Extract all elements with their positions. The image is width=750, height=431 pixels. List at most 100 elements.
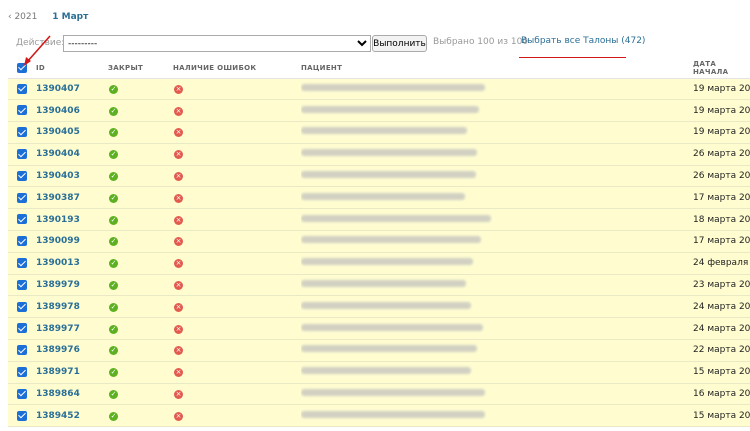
table-row[interactable]: 1389971 ✓ × 15 марта 2021 xyxy=(8,361,750,384)
errors-cell: × xyxy=(173,143,301,165)
row-checkbox[interactable] xyxy=(17,236,27,247)
select-all-link[interactable]: Выбрать все Талоны (472) xyxy=(521,36,645,46)
patient-name-redacted xyxy=(301,280,466,288)
table-row[interactable]: 1390013 ✓ × 24 февраля 2021 xyxy=(8,252,750,275)
row-checkbox[interactable] xyxy=(17,367,27,377)
row-checkbox[interactable] xyxy=(17,279,27,290)
date-cell: 19 марта 2021 xyxy=(693,100,750,122)
row-id-link[interactable]: 1389452 xyxy=(36,411,80,421)
row-id-link[interactable]: 1390387 xyxy=(36,193,80,203)
row-checkbox[interactable] xyxy=(17,388,27,399)
x-circle-icon: × xyxy=(174,128,183,138)
row-id-link[interactable]: 1390406 xyxy=(36,106,80,116)
row-checkbox-cell xyxy=(8,122,36,144)
table-row[interactable]: 1390387 ✓ × 17 марта 2021 xyxy=(8,186,750,209)
col-header-date[interactable]: ДАТА НАЧАЛА xyxy=(693,58,750,78)
table-row[interactable]: 1389978 ✓ × 24 марта 2021 xyxy=(8,295,750,318)
x-circle-icon: × xyxy=(174,259,183,269)
table-row[interactable]: 1390193 ✓ × 18 марта 2021 xyxy=(8,208,750,231)
x-circle-icon: × xyxy=(174,346,183,356)
row-checkbox[interactable] xyxy=(17,214,27,225)
id-cell: 1390404 xyxy=(36,143,108,165)
patient-name-redacted xyxy=(301,258,473,266)
patient-cell xyxy=(301,252,693,274)
closed-cell: ✓ xyxy=(108,318,173,340)
row-checkbox[interactable] xyxy=(17,192,27,203)
col-header-id[interactable]: ID xyxy=(36,58,108,78)
row-checkbox[interactable] xyxy=(17,410,27,421)
row-id-link[interactable]: 1390404 xyxy=(36,149,80,159)
col-header-closed[interactable]: ЗАКРЫТ xyxy=(108,58,173,78)
table-row[interactable]: 1389452 ✓ × 15 марта 2021 xyxy=(8,404,750,427)
table-row[interactable]: 1390404 ✓ × 26 марта 2021 xyxy=(8,143,750,166)
row-id-link[interactable]: 1390013 xyxy=(36,258,80,268)
row-checkbox[interactable] xyxy=(17,301,27,312)
row-id-link[interactable]: 1389976 xyxy=(36,345,80,355)
col-header-errors[interactable]: НАЛИЧИЕ ОШИБОК xyxy=(173,58,301,78)
col-header-patient[interactable]: ПАЦИЕНТ xyxy=(301,58,693,78)
check-circle-icon: ✓ xyxy=(109,84,118,94)
row-id-link[interactable]: 1390099 xyxy=(36,236,80,246)
row-id-link[interactable]: 1389864 xyxy=(36,389,80,399)
row-checkbox-cell xyxy=(8,78,36,100)
x-circle-icon: × xyxy=(174,193,183,203)
patient-name-redacted xyxy=(301,105,479,113)
row-checkbox[interactable] xyxy=(17,83,27,94)
row-id-link[interactable]: 1390193 xyxy=(36,215,80,225)
x-circle-icon: × xyxy=(174,215,183,225)
row-checkbox[interactable] xyxy=(17,345,27,356)
table-row[interactable]: 1389977 ✓ × 24 марта 2021 xyxy=(8,317,750,340)
row-id-link[interactable]: 1389979 xyxy=(36,280,80,290)
patient-cell xyxy=(301,100,693,122)
row-checkbox-cell xyxy=(8,340,36,362)
breadcrumb-prev-link[interactable]: ‹ 2021 xyxy=(8,12,37,22)
run-button[interactable]: Выполнить xyxy=(372,35,427,52)
row-checkbox-cell xyxy=(8,100,36,122)
row-id-link[interactable]: 1390405 xyxy=(36,127,80,137)
table-row[interactable]: 1389976 ✓ × 22 марта 2021 xyxy=(8,339,750,362)
row-checkbox[interactable] xyxy=(17,149,27,160)
date-cell: 17 марта 2021 xyxy=(693,231,750,253)
id-cell: 1390405 xyxy=(36,122,108,144)
row-id-link[interactable]: 1390407 xyxy=(36,84,80,94)
table-row[interactable]: 1390403 ✓ × 26 марта 2021 xyxy=(8,165,750,187)
row-checkbox-cell xyxy=(8,318,36,340)
x-circle-icon: × xyxy=(174,172,183,182)
row-id-link[interactable]: 1389971 xyxy=(36,367,80,377)
table-row[interactable]: 1389864 ✓ × 16 марта 2021 xyxy=(8,383,750,405)
check-circle-icon: ✓ xyxy=(109,346,118,356)
row-id-link[interactable]: 1389978 xyxy=(36,302,80,312)
table-row[interactable]: 1390407 ✓ × 19 марта 2021 xyxy=(8,78,750,100)
breadcrumb-current[interactable]: 1 Март xyxy=(52,12,88,22)
row-checkbox-cell xyxy=(8,209,36,231)
closed-cell: ✓ xyxy=(108,165,173,187)
row-id-link[interactable]: 1390403 xyxy=(36,171,80,181)
table-row[interactable]: 1389979 ✓ × 23 марта 2021 xyxy=(8,274,750,296)
action-select[interactable]: --------- xyxy=(63,35,371,52)
row-checkbox[interactable] xyxy=(17,323,27,334)
table-row[interactable]: 1390405 ✓ × 19 марта 2021 xyxy=(8,121,750,144)
date-cell: 15 марта 2021 xyxy=(693,361,750,383)
errors-cell: × xyxy=(173,165,301,187)
x-circle-icon: × xyxy=(174,106,183,116)
row-checkbox[interactable] xyxy=(17,170,27,181)
errors-cell: × xyxy=(173,318,301,340)
errors-cell: × xyxy=(173,274,301,296)
patient-name-redacted xyxy=(301,192,465,200)
check-circle-icon: ✓ xyxy=(109,172,118,182)
row-checkbox[interactable] xyxy=(17,105,27,116)
row-checkbox[interactable] xyxy=(17,127,27,138)
row-checkbox-cell xyxy=(8,231,36,253)
table-row[interactable]: 1390099 ✓ × 17 марта 2021 xyxy=(8,230,750,253)
start-date: 16 марта 2021 xyxy=(693,389,750,400)
table-row[interactable]: 1390406 ✓ × 19 марта 2021 xyxy=(8,99,750,122)
closed-cell: ✓ xyxy=(108,361,173,383)
errors-cell: × xyxy=(173,340,301,362)
select-all-checkbox[interactable] xyxy=(17,62,27,73)
patient-cell xyxy=(301,78,693,100)
row-checkbox[interactable] xyxy=(17,258,27,269)
row-id-link[interactable]: 1389977 xyxy=(36,324,80,334)
x-circle-icon: × xyxy=(174,281,183,291)
x-circle-icon: × xyxy=(174,302,183,312)
id-cell: 1390099 xyxy=(36,231,108,253)
